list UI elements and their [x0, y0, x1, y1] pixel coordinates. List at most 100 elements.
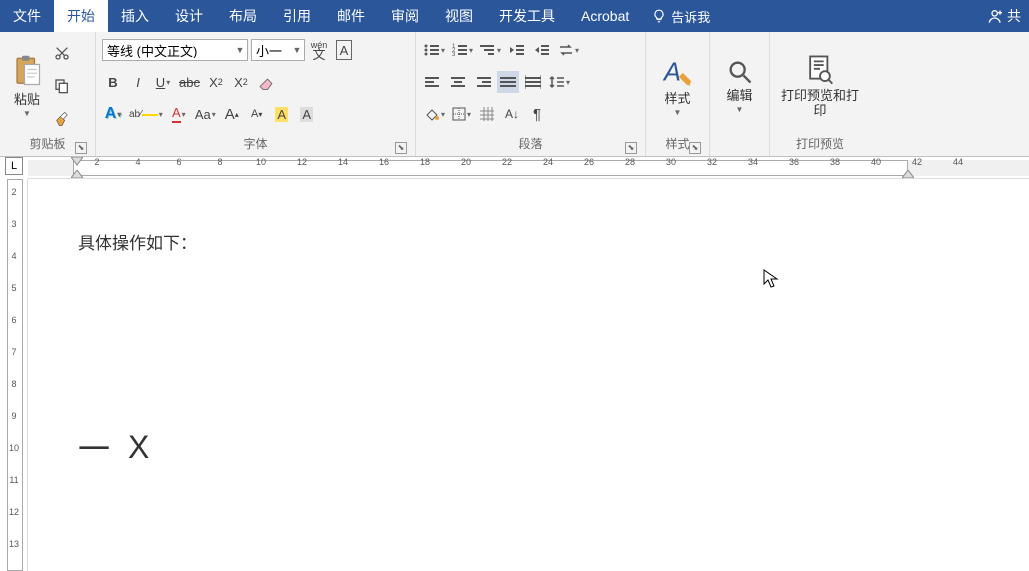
- font-name-select[interactable]: ▼: [102, 39, 248, 61]
- font-name-input[interactable]: [103, 43, 233, 58]
- align-right-button[interactable]: [472, 71, 494, 93]
- show-marks-button[interactable]: ¶: [526, 103, 548, 125]
- justify-button[interactable]: [497, 71, 519, 93]
- char-border-a: A: [336, 40, 353, 60]
- distributed-button[interactable]: [522, 71, 544, 93]
- char-shading-button[interactable]: A: [271, 103, 293, 125]
- editing-label: 编辑: [726, 88, 752, 103]
- tab-review[interactable]: 审阅: [378, 0, 432, 32]
- styles-button[interactable]: A 样式 ▼: [652, 36, 703, 136]
- chevron-down-icon[interactable]: ▼: [290, 45, 304, 55]
- char-border-button[interactable]: A: [333, 39, 355, 61]
- chevron-down-icon[interactable]: ▼: [233, 45, 247, 55]
- distributed-icon: [525, 75, 541, 89]
- editing-button[interactable]: 编辑 ▼: [716, 36, 763, 136]
- styles-dialog-launcher[interactable]: ⬊: [689, 142, 701, 154]
- tab-selector[interactable]: L: [5, 157, 23, 175]
- multilevel-button[interactable]: ▾: [478, 39, 503, 61]
- tell-me-label: 告诉我: [671, 7, 710, 26]
- chevron-down-icon: ▼: [23, 109, 31, 118]
- shading-button[interactable]: ▾: [422, 103, 447, 125]
- right-indent-marker[interactable]: [902, 170, 914, 179]
- multilevel-icon: [480, 43, 496, 57]
- first-line-indent-marker[interactable]: [71, 157, 83, 166]
- share-button[interactable]: 共: [980, 6, 1029, 26]
- tab-developer[interactable]: 开发工具: [486, 0, 568, 32]
- chevron-down-icon: ▼: [736, 105, 744, 114]
- tab-file[interactable]: 文件: [0, 0, 54, 32]
- paragraph-dialog-launcher[interactable]: ⬊: [625, 142, 637, 154]
- font-dialog-launcher[interactable]: ⬊: [395, 142, 407, 154]
- svg-text:3: 3: [452, 52, 456, 57]
- textflow-icon: [558, 43, 574, 57]
- numbering-icon: 123: [452, 43, 468, 57]
- group-styles: A 样式 ▼ 样式⬊: [646, 32, 710, 156]
- font-size-select[interactable]: ▼: [251, 39, 305, 61]
- font-size-input[interactable]: [252, 43, 290, 58]
- tab-references[interactable]: 引用: [270, 0, 324, 32]
- tab-view[interactable]: 视图: [432, 0, 486, 32]
- bullets-button[interactable]: ▾: [422, 39, 447, 61]
- borders-button[interactable]: ▾: [450, 103, 473, 125]
- shrink-font-button[interactable]: A▾: [246, 103, 268, 125]
- strikethrough-button[interactable]: abc: [177, 71, 202, 93]
- tab-layout[interactable]: 布局: [216, 0, 270, 32]
- copy-button[interactable]: [50, 74, 74, 98]
- align-center-button[interactable]: [447, 71, 469, 93]
- tab-mailings[interactable]: 邮件: [324, 0, 378, 32]
- phonetic-char: 文: [312, 50, 325, 59]
- increase-indent-button[interactable]: [531, 39, 553, 61]
- hanging-indent-marker[interactable]: [71, 170, 83, 179]
- align-left-button[interactable]: [422, 71, 444, 93]
- font-color-button[interactable]: A▾: [168, 103, 190, 125]
- paste-button[interactable]: 粘贴 ▼: [6, 36, 48, 136]
- snap-grid-button[interactable]: [476, 103, 498, 125]
- decrease-indent-button[interactable]: [506, 39, 528, 61]
- italic-button[interactable]: I: [127, 71, 149, 93]
- bold-button[interactable]: B: [102, 71, 124, 93]
- ruler-horizontal[interactable]: 2468101214161820222426283032343638404244: [28, 157, 1029, 179]
- mouse-cursor-icon: [763, 269, 779, 289]
- ribbon-tabs: 文件 开始 插入 设计 布局 引用 邮件 审阅 视图 开发工具 Acrobat …: [0, 0, 1029, 32]
- clear-format-button[interactable]: [255, 71, 277, 93]
- tab-insert[interactable]: 插入: [108, 0, 162, 32]
- styles-icon: A: [661, 55, 695, 89]
- clipboard-icon: [12, 54, 42, 90]
- heading-text: X: [128, 429, 149, 466]
- search-icon: [726, 58, 754, 86]
- tell-me[interactable]: 告诉我: [642, 7, 720, 26]
- line-spacing-icon: [549, 75, 565, 89]
- page[interactable]: 具体操作如下： 一 X: [28, 179, 1029, 571]
- subscript-button[interactable]: X2: [205, 71, 227, 93]
- group-editing: 编辑 ▼: [710, 32, 770, 156]
- phonetic-guide-button[interactable]: wén文: [308, 39, 330, 61]
- text-effects-button[interactable]: A▾: [102, 103, 124, 125]
- person-plus-icon: [988, 8, 1004, 24]
- clipboard-dialog-launcher[interactable]: ⬊: [75, 142, 87, 154]
- lightbulb-icon: [652, 9, 666, 23]
- enclose-char-button[interactable]: A: [296, 103, 318, 125]
- underline-button[interactable]: U▾: [152, 71, 174, 93]
- group-print-preview: 打印预览和打印 打印预览: [770, 32, 870, 156]
- line-spacing-button[interactable]: ▾: [547, 71, 572, 93]
- print-preview-button[interactable]: 打印预览和打印: [776, 36, 864, 136]
- tab-home[interactable]: 开始: [54, 0, 108, 32]
- scissors-icon: [54, 45, 70, 61]
- format-painter-button[interactable]: [50, 107, 74, 131]
- char-case-button[interactable]: Aa▾: [193, 103, 218, 125]
- highlight-button[interactable]: ab⁄▾: [127, 103, 165, 125]
- text-direction-button[interactable]: ▾: [556, 39, 581, 61]
- align-center-icon: [450, 75, 466, 89]
- paint-bucket-icon: [424, 107, 440, 121]
- ruler-vertical[interactable]: 2345678910111213: [0, 179, 28, 571]
- tab-acrobat[interactable]: Acrobat: [568, 0, 642, 32]
- sort-button[interactable]: A↓: [501, 103, 523, 125]
- share-label: 共: [1007, 6, 1021, 26]
- cut-button[interactable]: [50, 41, 74, 65]
- grow-font-button[interactable]: A▴: [221, 103, 243, 125]
- print-preview-label: 打印预览和打印: [780, 88, 860, 118]
- superscript-button[interactable]: X2: [230, 71, 252, 93]
- numbering-button[interactable]: 123▾: [450, 39, 475, 61]
- eraser-icon: [257, 74, 275, 90]
- tab-design[interactable]: 设计: [162, 0, 216, 32]
